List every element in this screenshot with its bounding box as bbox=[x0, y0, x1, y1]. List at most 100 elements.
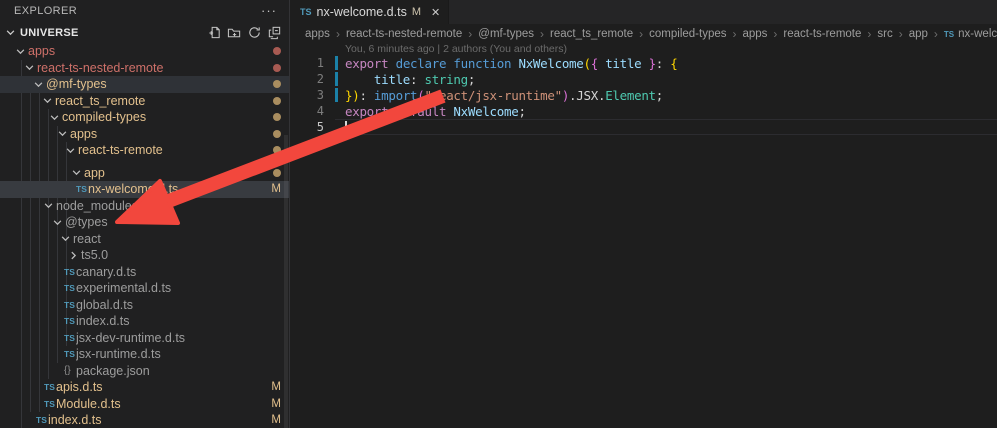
tree-item-compiled-types[interactable]: compiled-types bbox=[0, 109, 289, 126]
tree-item-node_modules[interactable]: node_modules bbox=[0, 198, 289, 215]
tree-item-react-ts-nested-remote[interactable]: react-ts-nested-remote bbox=[0, 60, 289, 77]
breadcrumb: apps › react-ts-nested-remote › @mf-types › re… bbox=[290, 24, 997, 44]
editor-group: TS nx-welcome.d.ts M ✕ apps › react-ts-nes… bbox=[290, 0, 997, 428]
tree-item-index.d.ts[interactable]: TSindex.d.ts bbox=[0, 313, 289, 330]
tree-item-global.d.ts[interactable]: TSglobal.d.ts bbox=[0, 297, 289, 314]
breadcrumb-item-src[interactable]: src bbox=[877, 28, 892, 40]
line-number: 1 bbox=[290, 56, 338, 70]
breadcrumb-item-nx-welcome.d.ts[interactable]: TSnx-welcome.d.ts bbox=[944, 28, 997, 40]
tree-item-apps[interactable]: apps bbox=[0, 126, 289, 143]
breadcrumb-item-apps[interactable]: apps bbox=[742, 28, 767, 40]
tree-item-label: react bbox=[73, 232, 101, 246]
breadcrumb-item-react_ts_remote[interactable]: react_ts_remote bbox=[550, 28, 633, 40]
chevron-down-icon bbox=[61, 234, 73, 243]
tree-item-react_ts_remote[interactable]: react_ts_remote bbox=[0, 93, 289, 110]
breadcrumb-item-compiled-types[interactable]: compiled-types bbox=[649, 28, 726, 40]
code-token: string bbox=[424, 72, 467, 87]
breadcrumb-item-app[interactable]: app bbox=[909, 28, 928, 40]
sidebar-scrollbar[interactable] bbox=[284, 135, 288, 428]
tree-item-ts5.0[interactable]: ts5.0 bbox=[0, 247, 289, 264]
file-tree: appsreact-ts-nested-remote@mf-typesreact… bbox=[0, 43, 289, 428]
tree-item-@mf-types[interactable]: @mf-types bbox=[0, 76, 289, 93]
code-token: ; bbox=[468, 72, 475, 87]
modified-line-gutter-indicator bbox=[335, 88, 338, 102]
code-token: title bbox=[598, 56, 649, 71]
breadcrumb-separator: › bbox=[934, 27, 938, 41]
code-line-1[interactable]: 1export declare function NxWelcome({ tit… bbox=[290, 55, 997, 71]
breadcrumb-item-react-ts-nested-remote[interactable]: react-ts-nested-remote bbox=[346, 28, 462, 40]
code-editor[interactable]: You, 6 minutes ago | 2 authors (You and … bbox=[290, 44, 997, 428]
code-token: ) bbox=[562, 88, 569, 103]
line-number: 3 bbox=[290, 88, 338, 102]
typescript-icon: TS bbox=[64, 267, 76, 277]
modified-line-gutter-indicator bbox=[335, 72, 338, 86]
tree-item-jsx-runtime.d.ts[interactable]: TSjsx-runtime.d.ts bbox=[0, 346, 289, 363]
tree-item-apis.d.ts[interactable]: TSapis.d.ts M bbox=[0, 379, 289, 396]
workspace-section-header[interactable]: UNIVERSE bbox=[0, 22, 289, 43]
tab-nx-welcome[interactable]: TS nx-welcome.d.ts M ✕ bbox=[290, 0, 449, 24]
collapse-all-icon[interactable] bbox=[266, 24, 283, 41]
code-line-4[interactable]: 4export default NxWelcome; bbox=[290, 103, 997, 119]
breadcrumb-label: react_ts_remote bbox=[550, 28, 633, 40]
tree-item-label: index.d.ts bbox=[48, 413, 102, 427]
typescript-icon: TS bbox=[44, 399, 56, 409]
tree-item-label: apis.d.ts bbox=[56, 380, 103, 394]
typescript-icon: TS bbox=[64, 283, 76, 293]
tree-item-label: react-ts-remote bbox=[78, 143, 163, 157]
git-modified-badge: M bbox=[271, 381, 281, 393]
new-folder-icon[interactable] bbox=[226, 24, 243, 41]
tree-item-@types[interactable]: @types bbox=[0, 214, 289, 231]
close-icon[interactable]: ✕ bbox=[431, 6, 440, 19]
tree-item-package.json[interactable]: {}package.json bbox=[0, 363, 289, 380]
code-line-3[interactable]: 3}): import("react/jsx-runtime").JSX.Ele… bbox=[290, 87, 997, 103]
line-number: 2 bbox=[290, 72, 338, 86]
tree-item-apps[interactable]: apps bbox=[0, 43, 289, 60]
breadcrumb-separator: › bbox=[732, 27, 736, 41]
tree-item-nx-welcome.d.ts[interactable]: TSnx-welcome.d.tsM bbox=[0, 181, 289, 198]
tab-bar: TS nx-welcome.d.ts M ✕ bbox=[290, 0, 997, 24]
tree-item-Module.d.ts[interactable]: TSModule.d.tsM bbox=[0, 396, 289, 413]
tree-item-label: apps bbox=[28, 44, 55, 58]
tree-item-label: package.json bbox=[76, 364, 150, 378]
breadcrumb-label: src bbox=[877, 28, 892, 40]
chevron-right-icon bbox=[69, 251, 81, 260]
refresh-icon[interactable] bbox=[246, 24, 263, 41]
tree-item-label: @types bbox=[65, 215, 108, 229]
tree-item-jsx-dev-runtime.d.ts[interactable]: TSjsx-dev-runtime.d.ts bbox=[0, 330, 289, 347]
code-line-5[interactable]: 5 bbox=[290, 119, 997, 135]
more-actions-icon[interactable]: ··· bbox=[261, 6, 277, 16]
tree-item-canary.d.ts[interactable]: TScanary.d.ts bbox=[0, 264, 289, 281]
tree-item-index.d.ts[interactable]: TSindex.d.tsM bbox=[0, 412, 289, 428]
breadcrumb-separator: › bbox=[540, 27, 544, 41]
tree-item-react-ts-remote[interactable]: react-ts-remote bbox=[0, 142, 289, 159]
code-text: title: string; bbox=[338, 72, 475, 87]
code-token: : bbox=[410, 72, 424, 87]
tree-item-label: canary.d.ts bbox=[76, 265, 136, 279]
breadcrumb-label: apps bbox=[305, 28, 330, 40]
code-token: ( bbox=[584, 56, 591, 71]
tree-item-experimental.d.ts[interactable]: TSexperimental.d.ts bbox=[0, 280, 289, 297]
code-token: default bbox=[396, 104, 447, 119]
git-modified-badge: M bbox=[271, 414, 281, 426]
breadcrumb-separator: › bbox=[773, 27, 777, 41]
chevron-down-icon bbox=[6, 28, 20, 37]
chevron-down-icon bbox=[16, 47, 28, 56]
typescript-icon: TS bbox=[64, 333, 76, 343]
typescript-icon: TS bbox=[76, 184, 88, 194]
chevron-down-icon bbox=[43, 96, 55, 105]
typescript-icon: TS bbox=[44, 382, 56, 392]
breadcrumb-item-apps[interactable]: apps bbox=[305, 28, 330, 40]
tree-item-react[interactable]: react bbox=[0, 231, 289, 248]
git-status-dot bbox=[273, 64, 281, 72]
code-line-2[interactable]: 2 title: string; bbox=[290, 71, 997, 87]
breadcrumb-item-@mf-types[interactable]: @mf-types bbox=[478, 28, 534, 40]
git-status-dot bbox=[273, 47, 281, 55]
git-blame-annotation[interactable]: You, 6 minutes ago | 2 authors (You and … bbox=[290, 44, 997, 55]
breadcrumb-item-react-ts-remote[interactable]: react-ts-remote bbox=[783, 28, 861, 40]
code-token: export bbox=[345, 56, 388, 71]
new-file-icon[interactable] bbox=[206, 24, 223, 41]
tree-item-app[interactable]: app bbox=[0, 165, 289, 182]
breadcrumb-label: app bbox=[909, 28, 928, 40]
chevron-down-icon bbox=[25, 63, 37, 72]
tree-item-label: node_modules bbox=[56, 199, 138, 213]
